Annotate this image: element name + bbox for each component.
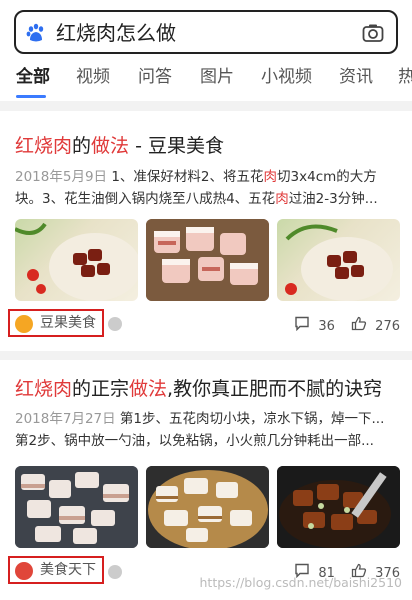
search-input[interactable]: 红烧肉怎么做 <box>14 10 398 54</box>
result-thumbnails <box>15 219 400 301</box>
title-text: 的正宗 <box>72 378 130 400</box>
snippet-keyword: 肉 <box>275 191 289 207</box>
tab-hot[interactable]: 热 <box>398 66 412 88</box>
tab-all[interactable]: 全部 <box>16 66 50 88</box>
title-text: ,教你真正肥而不腻的诀窍 <box>167 378 383 400</box>
chevron-down-icon[interactable] <box>108 565 122 579</box>
result-title[interactable]: 红烧肉的正宗做法,教你真正肥而不腻的诀窍 <box>15 376 382 402</box>
source-name: 美食天下 <box>40 562 96 578</box>
chevron-down-icon[interactable] <box>108 317 122 331</box>
thumbnail-image[interactable] <box>277 219 400 301</box>
tab-video[interactable]: 视频 <box>76 66 110 88</box>
source-logo-icon <box>15 562 33 580</box>
tab-qa[interactable]: 问答 <box>138 66 172 88</box>
search-query-text: 红烧肉怎么做 <box>56 21 176 45</box>
top-bar: 红烧肉怎么做 全部 视频 问答 图片 小视频 资讯 热 <box>0 0 412 101</box>
like-icon[interactable] <box>351 316 367 337</box>
thumbnail-image[interactable] <box>15 219 138 301</box>
comment-count: 36 <box>318 318 335 334</box>
snippet-text: 第1步、五花肉切小块，凉水下锅，焯一下... <box>115 411 385 427</box>
snippet-text: 块。3、花生油倒入锅内烧至八成热4、五花 <box>15 191 276 207</box>
thumbnail-image[interactable] <box>146 466 269 548</box>
thumbnail-image[interactable] <box>146 219 269 301</box>
watermark: https://blog.csdn.net/baishi2510 <box>199 575 403 590</box>
result-title[interactable]: 红烧肉的做法 - 豆果美食 <box>15 133 224 159</box>
source-logo-icon <box>15 315 33 333</box>
result-card[interactable]: 红烧肉的正宗做法,教你真正肥而不腻的诀窍 2018年7月27日 第1步、五花肉切… <box>0 360 412 600</box>
source-tag[interactable]: 美食天下 <box>8 556 104 584</box>
title-keyword: 红烧肉 <box>15 378 73 400</box>
result-snippet: 2018年7月27日 第1步、五花肉切小块，凉水下锅，焯一下... 第2步、锅中… <box>15 408 400 452</box>
tab-images[interactable]: 图片 <box>200 66 234 88</box>
source-tag[interactable]: 豆果美食 <box>8 309 104 337</box>
snippet-text: 切3x4cm的大方 <box>277 169 377 185</box>
like-count: 276 <box>375 318 400 334</box>
snippet-text: 过油2-3分钟... <box>288 191 378 207</box>
title-text: - 豆果美食 <box>129 135 224 157</box>
result-date: 2018年7月27日 <box>15 411 116 427</box>
source-name: 豆果美食 <box>40 315 96 331</box>
title-keyword: 红烧肉 <box>15 135 73 157</box>
camera-icon[interactable] <box>362 23 384 43</box>
tab-news[interactable]: 资讯 <box>339 66 373 88</box>
title-keyword: 做法 <box>129 378 168 400</box>
result-thumbnails <box>15 466 400 548</box>
snippet-text: 第2步、锅中放一勺油，以免粘锅，小火煎几分钟耗出一部... <box>15 433 374 449</box>
title-text: 的 <box>72 135 92 157</box>
comment-icon[interactable] <box>294 316 310 337</box>
active-tab-indicator <box>16 95 46 98</box>
result-snippet: 2018年5月9日 1、准保好材料2、将五花肉切3x4cm的大方 块。3、花生油… <box>15 166 400 210</box>
tab-short-video[interactable]: 小视频 <box>261 66 312 88</box>
thumbnail-image[interactable] <box>277 466 400 548</box>
title-keyword: 做法 <box>91 135 130 157</box>
category-tabs: 全部 视频 问答 图片 小视频 资讯 热 <box>0 64 412 101</box>
result-stats: 36 276 <box>294 316 400 337</box>
baidu-paw-icon <box>26 23 44 42</box>
result-card[interactable]: 红烧肉的做法 - 豆果美食 2018年5月9日 1、准保好材料2、将五花肉切3x… <box>0 111 412 351</box>
thumbnail-image[interactable] <box>15 466 138 548</box>
snippet-text: 1、准保好材料2、将五花 <box>107 169 264 185</box>
result-date: 2018年5月9日 <box>15 169 108 185</box>
snippet-keyword: 肉 <box>263 169 278 185</box>
